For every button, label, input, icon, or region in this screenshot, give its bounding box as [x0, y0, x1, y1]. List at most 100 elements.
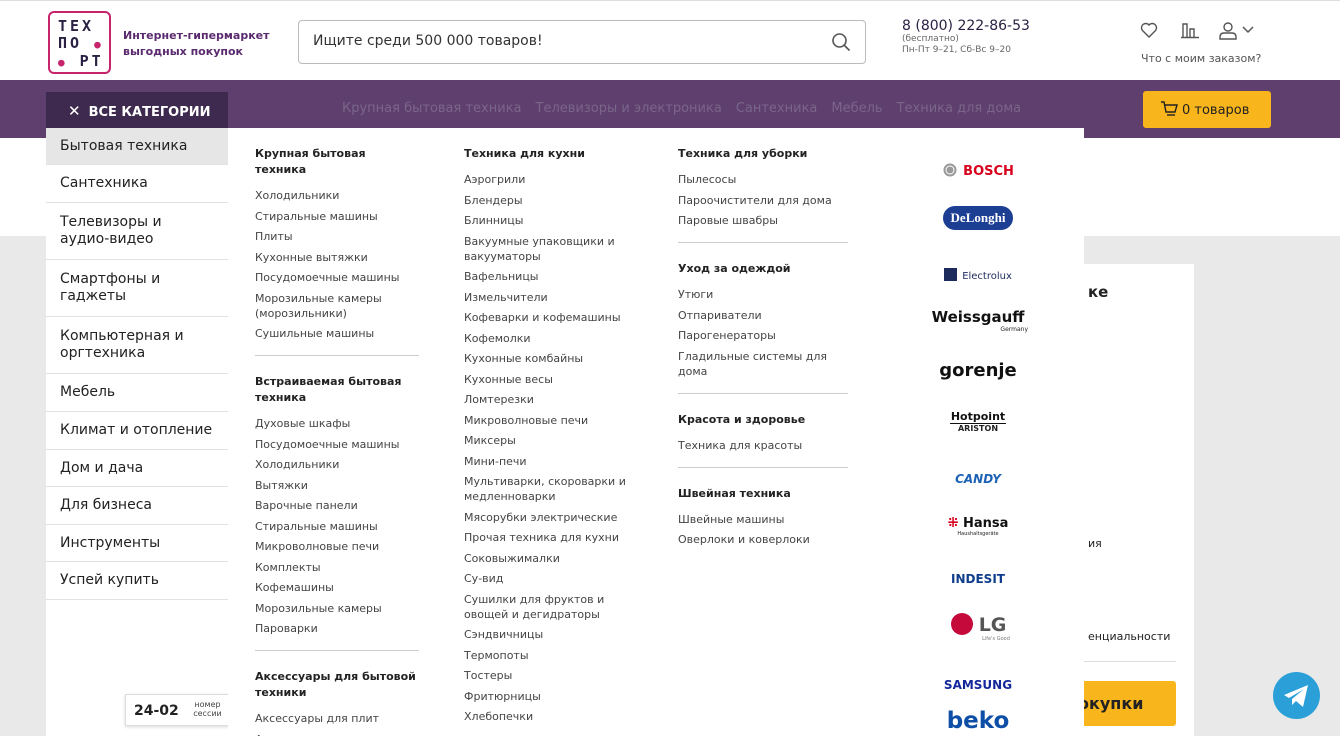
- brand-candy[interactable]: CANDY: [918, 468, 1038, 487]
- nav-link[interactable]: Мебель: [831, 101, 882, 116]
- menu-link[interactable]: Гладильные системы для дома: [678, 349, 848, 379]
- menu-link[interactable]: Пароварки: [255, 621, 419, 636]
- menu-link[interactable]: Сэндвичницы: [464, 627, 638, 642]
- brand-beko[interactable]: beko: [918, 708, 1038, 734]
- menu-link[interactable]: Соковыжималки: [464, 551, 638, 566]
- search-input[interactable]: [313, 33, 813, 49]
- menu-link[interactable]: Кухонные вытяжки: [255, 250, 419, 265]
- menu-link[interactable]: Сушильные машины: [255, 326, 419, 341]
- menu-link[interactable]: Аксессуары для плит: [255, 711, 419, 726]
- menu-link[interactable]: Блинницы: [464, 213, 638, 228]
- menu-link[interactable]: Кофеварки и кофемашины: [464, 310, 638, 325]
- nav-link[interactable]: Техника для дома: [897, 101, 1022, 116]
- menu-link[interactable]: Паровые швабры: [678, 213, 848, 228]
- menu-group-title[interactable]: Крупная бытовая техника: [255, 146, 419, 178]
- menu-link[interactable]: Блендеры: [464, 193, 638, 208]
- brand-hansa[interactable]: ⁜ Hansa Haushaltsgeräte: [918, 516, 1038, 537]
- menu-group-title[interactable]: Техника для уборки: [678, 146, 848, 162]
- menu-link[interactable]: Мясорубки электрические: [464, 510, 638, 525]
- menu-link[interactable]: Холодильники: [255, 457, 419, 472]
- menu-link[interactable]: Кофемолки: [464, 331, 638, 346]
- brand-bosch[interactable]: BOSCH: [918, 160, 1038, 179]
- menu-link[interactable]: Термопоты: [464, 648, 638, 663]
- menu-link[interactable]: Посудомоечные машины: [255, 270, 419, 285]
- menu-link[interactable]: Мультиварки, скороварки и медленноварки: [464, 474, 638, 504]
- menu-link[interactable]: Миксеры: [464, 433, 638, 448]
- nav-link[interactable]: Сантехника: [736, 101, 818, 116]
- menu-group-title[interactable]: Встраиваемая бытовая техника: [255, 374, 419, 406]
- menu-link[interactable]: Утюги: [678, 287, 848, 302]
- menu-link[interactable]: Парогенераторы: [678, 328, 848, 343]
- menu-link[interactable]: Прочая техника для кухни: [464, 530, 638, 545]
- sidebar-category-item[interactable]: Смартфоны и гаджеты: [46, 260, 228, 317]
- brand-lg[interactable]: LG Life's Good: [918, 612, 1038, 642]
- menu-link[interactable]: Сушилки для фруктов и овощей и дегидрато…: [464, 592, 638, 622]
- menu-link[interactable]: Фритюрницы: [464, 689, 638, 704]
- nav-link[interactable]: Крупная бытовая техника: [342, 101, 522, 116]
- user-icon[interactable]: [1218, 21, 1238, 41]
- menu-group-title[interactable]: Техника для кухни: [464, 146, 638, 162]
- brand-hotpoint[interactable]: Hotpoint ARISTON: [918, 410, 1038, 433]
- menu-link[interactable]: Комплекты: [255, 560, 419, 575]
- all-categories-button[interactable]: ✕ ВСЕ КАТЕГОРИИ: [46, 92, 228, 128]
- menu-link[interactable]: Морозильные камеры: [255, 601, 419, 616]
- telegram-button[interactable]: [1273, 672, 1320, 719]
- chevron-down-icon[interactable]: [1242, 26, 1254, 34]
- menu-link[interactable]: Измельчители: [464, 290, 638, 305]
- menu-link[interactable]: Ломтерезки: [464, 392, 638, 407]
- sidebar-category-item[interactable]: Дом и дача: [46, 450, 228, 487]
- brand-indesit[interactable]: INDESIT: [918, 568, 1038, 587]
- sidebar-category-item[interactable]: Компьютерная и оргтехника: [46, 317, 228, 374]
- menu-link[interactable]: Холодильники: [255, 188, 419, 203]
- compare-icon[interactable]: [1180, 21, 1200, 39]
- menu-link[interactable]: Морозильные камеры (морозильники): [255, 291, 419, 321]
- menu-group-title[interactable]: Красота и здоровье: [678, 412, 848, 428]
- menu-link[interactable]: Варочные панели: [255, 498, 419, 513]
- menu-link[interactable]: Оверлоки и коверлоки: [678, 532, 848, 547]
- buy-button[interactable]: окупки: [1070, 681, 1176, 726]
- sidebar-category-item[interactable]: Мебель: [46, 374, 228, 412]
- phone-number[interactable]: 8 (800) 222-86-53: [902, 18, 1030, 34]
- sidebar-category-item[interactable]: Успей купить: [46, 562, 228, 600]
- menu-link[interactable]: Тостеры: [464, 668, 638, 683]
- sidebar-category-item[interactable]: Инструменты: [46, 525, 228, 562]
- menu-link[interactable]: Вафельницы: [464, 269, 638, 284]
- menu-link[interactable]: Вытяжки: [255, 478, 419, 493]
- heart-icon[interactable]: [1140, 21, 1158, 39]
- sidebar-category-item[interactable]: Сантехника: [46, 165, 228, 203]
- menu-link[interactable]: Стиральные машины: [255, 209, 419, 224]
- menu-link[interactable]: Микроволновые печи: [464, 413, 638, 428]
- menu-link[interactable]: Плиты: [255, 229, 419, 244]
- search-icon[interactable]: [831, 32, 851, 52]
- menu-link[interactable]: Техника для красоты: [678, 438, 848, 453]
- menu-link[interactable]: Пылесосы: [678, 172, 848, 187]
- brand-gorenje[interactable]: gorenje: [918, 360, 1038, 381]
- cart-button[interactable]: 0 товаров: [1143, 91, 1271, 128]
- menu-link[interactable]: Су-вид: [464, 571, 638, 586]
- brand-samsung[interactable]: SAMSUNG: [918, 674, 1038, 693]
- menu-group-title[interactable]: Уход за одеждой: [678, 261, 848, 277]
- menu-link[interactable]: Аэрогрили: [464, 172, 638, 187]
- brand-weissgauff[interactable]: Weissgauff Germany: [918, 308, 1038, 333]
- menu-group-title[interactable]: Швейная техника: [678, 486, 848, 502]
- menu-link[interactable]: Микроволновые печи: [255, 539, 419, 554]
- brand-delonghi[interactable]: DeLonghi: [918, 206, 1038, 230]
- menu-link[interactable]: Духовые шкафы: [255, 416, 419, 431]
- menu-link[interactable]: Стиральные машины: [255, 519, 419, 534]
- menu-link[interactable]: Кухонные комбайны: [464, 351, 638, 366]
- menu-link[interactable]: Вакуумные упаковщики и вакууматоры: [464, 234, 638, 264]
- order-status-link[interactable]: Что с моим заказом?: [1141, 52, 1261, 65]
- menu-link[interactable]: Пароочистители для дома: [678, 193, 848, 208]
- nav-link[interactable]: Телевизоры и электроника: [536, 101, 722, 116]
- sidebar-category-item[interactable]: Для бизнеса: [46, 487, 228, 525]
- menu-link[interactable]: Аксессуары для вытяжек: [255, 732, 419, 736]
- logo[interactable]: ТЕХ ПО ● ● РТ: [48, 11, 111, 74]
- sidebar-category-item[interactable]: Бытовая техника: [46, 128, 228, 165]
- brand-electrolux[interactable]: Electrolux: [918, 264, 1038, 283]
- menu-link[interactable]: Кофемашины: [255, 580, 419, 595]
- menu-link[interactable]: Швейные машины: [678, 512, 848, 527]
- menu-link[interactable]: Мини-печи: [464, 454, 638, 469]
- menu-link[interactable]: Хлебопечки: [464, 709, 638, 724]
- menu-link[interactable]: Кухонные весы: [464, 372, 638, 387]
- menu-link[interactable]: Отпариватели: [678, 308, 848, 323]
